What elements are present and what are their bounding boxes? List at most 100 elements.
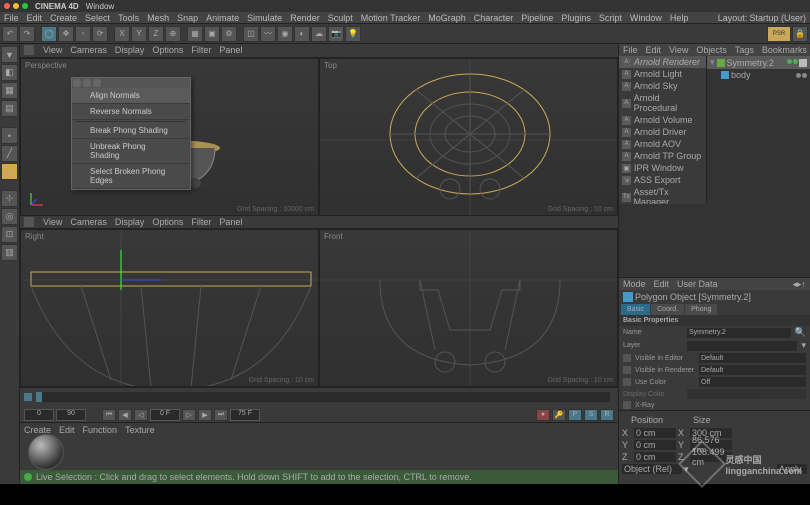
edge-mode-button[interactable]: ╱ (1, 145, 18, 162)
tab-coord[interactable]: Coord. (651, 304, 684, 315)
deformer-button[interactable]: ◐ (294, 26, 310, 42)
redo-button[interactable]: ↷ (19, 26, 35, 42)
menu-create[interactable]: Create (50, 13, 77, 23)
render-pic-button[interactable]: ▣ (204, 26, 220, 42)
arn-volume[interactable]: AArnold Volume (619, 114, 706, 126)
menu-select[interactable]: Select (85, 13, 110, 23)
generator-button[interactable]: ◉ (277, 26, 293, 42)
tl-start-input[interactable]: 0 (24, 409, 54, 421)
cm-align-normals[interactable]: Align Normals (72, 88, 190, 104)
attr-name-input[interactable]: Symmetry.2 (687, 328, 791, 338)
timeline-slider[interactable] (36, 392, 610, 402)
attr-vise-select[interactable]: Default (699, 353, 806, 363)
tl-goto-end[interactable]: ⏭ (214, 409, 228, 421)
arn-ass[interactable]: ⇲ASS Export (619, 174, 706, 186)
psr-button[interactable]: PSR (767, 26, 791, 42)
menu-simulate[interactable]: Simulate (247, 13, 282, 23)
cm-unbreak-phong[interactable]: Unbreak Phong Shading (72, 139, 190, 164)
camera-button[interactable]: 📷 (328, 26, 344, 42)
arn-aov[interactable]: AArnold AOV (619, 138, 706, 150)
tl-record-button[interactable]: ● (536, 409, 550, 421)
coord-system-button[interactable]: ⊕ (165, 26, 181, 42)
texture-mode-button[interactable]: ▦ (1, 82, 18, 99)
tl-key-scale[interactable]: S (584, 409, 598, 421)
chk-visr[interactable] (623, 366, 631, 374)
menu-script[interactable]: Script (599, 13, 622, 23)
vm-view[interactable]: View (43, 45, 62, 55)
menu-character[interactable]: Character (474, 13, 514, 23)
menu-plugins[interactable]: Plugins (561, 13, 591, 23)
point-mode-button[interactable]: • (1, 127, 18, 144)
render-settings-button[interactable]: ⚙ (221, 26, 237, 42)
menu-mesh[interactable]: Mesh (147, 13, 169, 23)
close-window-icon[interactable] (4, 3, 10, 9)
model-mode-button[interactable]: ◧ (1, 64, 18, 81)
hier-symmetry[interactable]: ▾Symmetry.2 (707, 56, 810, 69)
maximize-window-icon[interactable] (22, 3, 28, 9)
view-nav-icon[interactable] (24, 45, 34, 55)
snap-button[interactable]: ⊡ (1, 226, 18, 243)
cube-primitive-button[interactable]: ◫ (243, 26, 259, 42)
x-axis-button[interactable]: X (114, 26, 130, 42)
viewport-right[interactable]: Right Grid Spacing : 10 cm (20, 229, 319, 387)
make-editable-button[interactable]: ▼ (1, 46, 18, 63)
mat-function[interactable]: Function (83, 425, 118, 435)
pos-x[interactable]: 0 cm (634, 428, 676, 438)
arn-sky[interactable]: AArnold Sky (619, 80, 706, 92)
tl-play-fwd[interactable]: ▷ (182, 409, 196, 421)
attr-nav-icons[interactable]: ◂▸↑ (792, 279, 806, 290)
menu-window[interactable]: Window (630, 13, 662, 23)
light-button[interactable]: 💡 (345, 26, 361, 42)
y-axis-button[interactable]: Y (131, 26, 147, 42)
viewport-solo-button[interactable]: ◎ (1, 208, 18, 225)
vm-display[interactable]: Display (115, 45, 145, 55)
locked-workplane-button[interactable]: ▥ (1, 244, 18, 261)
mat-texture[interactable]: Texture (125, 425, 155, 435)
render-view-button[interactable]: ▦ (187, 26, 203, 42)
live-select-button[interactable]: ◯ (41, 26, 57, 42)
environment-button[interactable]: ☁ (311, 26, 327, 42)
arn-procedural[interactable]: AArnold Procedural (619, 92, 706, 114)
scale-tool-button[interactable]: ▫ (75, 26, 91, 42)
menu-edit[interactable]: Edit (27, 13, 43, 23)
arn-tp[interactable]: AArnold TP Group (619, 150, 706, 162)
attr-usec-select[interactable]: Off (699, 377, 806, 387)
tl-goto-start[interactable]: ⏮ (102, 409, 116, 421)
menu-pipeline[interactable]: Pipeline (521, 13, 553, 23)
tl-step-fwd[interactable]: ▶ (198, 409, 212, 421)
spline-button[interactable]: 〰 (260, 26, 276, 42)
attr-visr-select[interactable]: Default (699, 365, 806, 375)
arn-light[interactable]: AArnold Light (619, 68, 706, 80)
polygon-mode-button[interactable]: ▱ (1, 163, 18, 180)
tl-autokey-button[interactable]: 🔑 (552, 409, 566, 421)
axis-mode-button[interactable]: ⊹ (1, 190, 18, 207)
menu-render[interactable]: Render (290, 13, 320, 23)
vm-filter[interactable]: Filter (191, 45, 211, 55)
chk-xray[interactable] (623, 401, 631, 409)
timeline[interactable] (20, 387, 618, 407)
tl-step-back[interactable]: ◀ (118, 409, 132, 421)
vm-panel[interactable]: Panel (219, 45, 242, 55)
workplane-button[interactable]: ▤ (1, 100, 18, 117)
cm-break-phong[interactable]: Break Phong Shading (72, 123, 190, 139)
chk-vise[interactable] (623, 354, 631, 362)
object-hierarchy[interactable]: ▾Symmetry.2 body (707, 56, 810, 204)
arn-ipr[interactable]: ▣IPR Window (619, 162, 706, 174)
chk-usec[interactable] (623, 378, 631, 386)
tl-key-rot[interactable]: R (600, 409, 614, 421)
viewport-top[interactable]: Top Grid Spacing : 10 cm (319, 58, 618, 216)
menu-sculpt[interactable]: Sculpt (328, 13, 353, 23)
tl-play-back[interactable]: ◁ (134, 409, 148, 421)
arn-driver[interactable]: AArnold Driver (619, 126, 706, 138)
lock-icon[interactable]: 🔒 (792, 26, 808, 42)
rotate-tool-button[interactable]: ⟳ (92, 26, 108, 42)
material-preview-sphere[interactable] (28, 434, 64, 470)
mat-edit[interactable]: Edit (59, 425, 75, 435)
view-nav-icon2[interactable] (24, 217, 34, 227)
pos-y[interactable]: 0 cm (634, 440, 676, 450)
menu-motiontracker[interactable]: Motion Tracker (361, 13, 421, 23)
viewport-perspective[interactable]: Perspective Align Normals Reverse Normal… (20, 58, 319, 216)
menu-tools[interactable]: Tools (118, 13, 139, 23)
menu-mograph[interactable]: MoGraph (428, 13, 466, 23)
layout-selector[interactable]: Layout: Startup (User) (718, 13, 806, 23)
